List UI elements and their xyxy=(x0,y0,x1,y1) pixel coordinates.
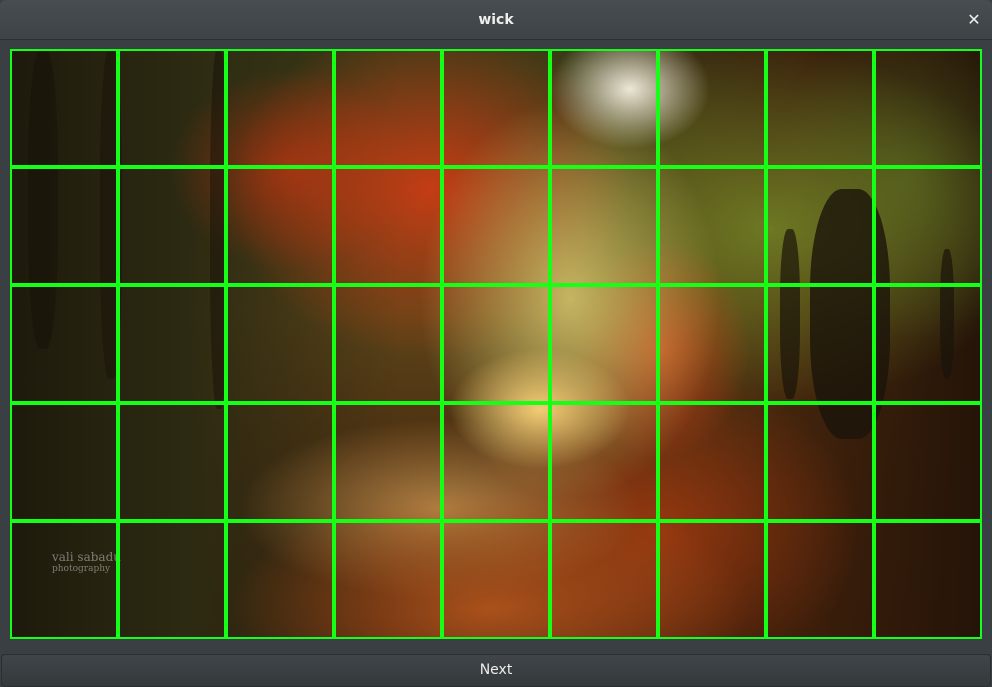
grid-tile[interactable] xyxy=(225,284,335,404)
grid-tile[interactable] xyxy=(765,166,875,286)
title-bar: wick ✕ xyxy=(0,0,992,40)
grid-tile[interactable] xyxy=(225,166,335,286)
next-button[interactable]: Next xyxy=(1,654,991,687)
window-title: wick xyxy=(478,12,514,28)
grid-tile[interactable] xyxy=(873,402,982,522)
grid-tile[interactable] xyxy=(333,166,443,286)
grid-tile[interactable] xyxy=(117,402,227,522)
grid-tile[interactable] xyxy=(117,520,227,639)
grid-tile[interactable] xyxy=(765,402,875,522)
grid-tile[interactable] xyxy=(657,284,767,404)
grid-tile[interactable] xyxy=(549,166,659,286)
grid-tile[interactable] xyxy=(225,49,335,168)
grid-tile[interactable] xyxy=(549,520,659,639)
grid-tile[interactable] xyxy=(117,284,227,404)
grid-tile[interactable] xyxy=(657,166,767,286)
grid-tile[interactable] xyxy=(873,166,982,286)
grid-tile[interactable] xyxy=(765,520,875,639)
close-icon[interactable]: ✕ xyxy=(964,10,984,30)
grid-tile[interactable] xyxy=(765,284,875,404)
image-grid-area: vali sabadu photography xyxy=(10,49,982,639)
tile-grid xyxy=(10,49,982,639)
grid-tile[interactable] xyxy=(549,284,659,404)
grid-tile[interactable] xyxy=(549,49,659,168)
grid-tile[interactable] xyxy=(657,49,767,168)
grid-tile[interactable] xyxy=(333,284,443,404)
grid-tile[interactable] xyxy=(441,402,551,522)
grid-tile[interactable] xyxy=(10,284,119,404)
grid-tile[interactable] xyxy=(441,49,551,168)
grid-tile[interactable] xyxy=(441,284,551,404)
grid-tile[interactable] xyxy=(657,402,767,522)
grid-tile[interactable] xyxy=(873,284,982,404)
grid-tile[interactable] xyxy=(117,49,227,168)
grid-tile[interactable] xyxy=(117,166,227,286)
grid-tile[interactable] xyxy=(765,49,875,168)
grid-tile[interactable] xyxy=(333,520,443,639)
grid-tile[interactable] xyxy=(441,166,551,286)
main-content: vali sabadu photography xyxy=(0,41,992,653)
grid-tile[interactable] xyxy=(10,166,119,286)
app-window: wick ✕ vali sabadu photography Next xyxy=(0,0,992,687)
grid-tile[interactable] xyxy=(549,402,659,522)
grid-tile[interactable] xyxy=(441,520,551,639)
grid-tile[interactable] xyxy=(873,49,982,168)
grid-tile[interactable] xyxy=(333,402,443,522)
grid-tile[interactable] xyxy=(10,520,119,639)
grid-tile[interactable] xyxy=(333,49,443,168)
grid-tile[interactable] xyxy=(225,520,335,639)
grid-tile[interactable] xyxy=(873,520,982,639)
grid-tile[interactable] xyxy=(225,402,335,522)
grid-tile[interactable] xyxy=(10,49,119,168)
grid-tile[interactable] xyxy=(657,520,767,639)
grid-tile[interactable] xyxy=(10,402,119,522)
footer-bar: Next xyxy=(0,653,992,687)
